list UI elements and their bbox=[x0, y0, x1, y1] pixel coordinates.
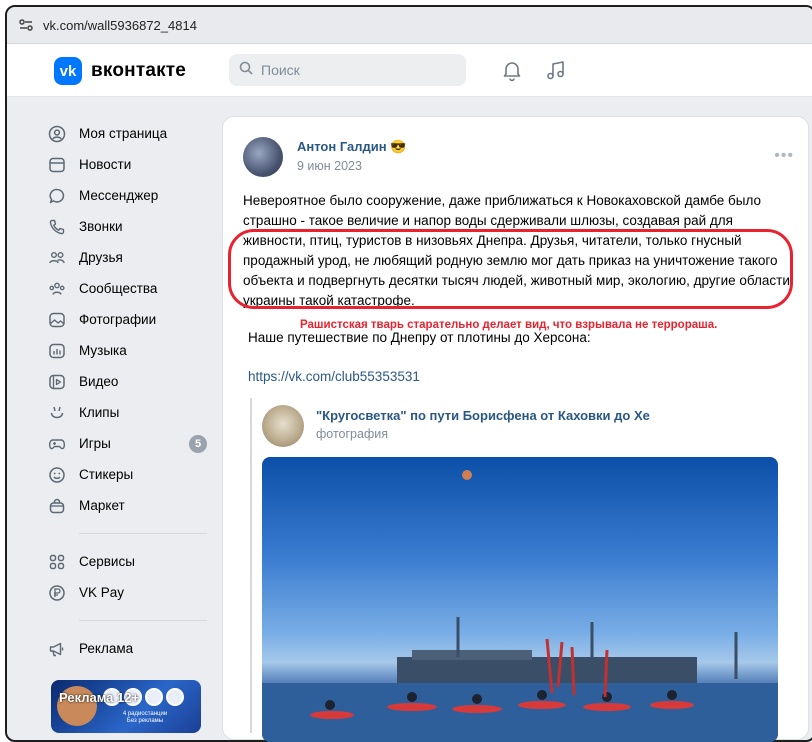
friends-icon bbox=[47, 248, 67, 268]
sidebar-item-vk-pay[interactable]: VK Pay bbox=[47, 577, 217, 608]
sidebar-item-label: Маркет bbox=[79, 498, 125, 513]
sidebar-divider bbox=[79, 533, 207, 534]
sidebar-item-label: Игры bbox=[79, 436, 111, 451]
radio-logo-icon bbox=[145, 688, 163, 706]
repost-divider bbox=[250, 398, 252, 733]
profile-icon bbox=[47, 124, 67, 144]
repost-avatar[interactable] bbox=[262, 405, 304, 447]
more-options-icon[interactable]: ••• bbox=[774, 147, 794, 165]
sidebar-item-games[interactable]: Игры 5 bbox=[47, 428, 217, 459]
sidebar-divider bbox=[79, 620, 207, 621]
sidebar-nav: Моя страница Новости Мессенджер Звонки Д… bbox=[47, 118, 217, 664]
sidebar-item-label: VK Pay bbox=[79, 585, 125, 600]
sidebar-item-label: Фотографии bbox=[79, 312, 157, 327]
sidebar-item-label: Реклама bbox=[79, 641, 134, 656]
phone-icon bbox=[47, 217, 67, 237]
music-icon[interactable] bbox=[544, 58, 568, 82]
market-icon bbox=[47, 496, 67, 516]
sidebar-item-label: Музыка bbox=[79, 343, 127, 358]
games-icon bbox=[47, 434, 67, 454]
messenger-icon bbox=[47, 186, 67, 206]
vk-header: vk вконтакте bbox=[7, 44, 812, 97]
ad-label: Реклама 12+ bbox=[59, 690, 140, 705]
sidebar-item-stickers[interactable]: Стикеры bbox=[47, 459, 217, 490]
sidebar-item-services[interactable]: Сервисы bbox=[47, 546, 217, 577]
sidebar-item-label: Стикеры bbox=[79, 467, 134, 482]
vkpay-icon bbox=[47, 583, 67, 603]
sidebar-item-my-page[interactable]: Моя страница bbox=[47, 118, 217, 149]
sidebar-item-news[interactable]: Новости bbox=[47, 149, 217, 180]
author-avatar[interactable] bbox=[243, 137, 283, 177]
sidebar-item-label: Мессенджер bbox=[79, 188, 159, 203]
photos-icon bbox=[47, 310, 67, 330]
sidebar-item-music[interactable]: Музыка bbox=[47, 335, 217, 366]
stickers-icon bbox=[47, 465, 67, 485]
search-icon bbox=[239, 61, 253, 80]
sidebar-item-calls[interactable]: Звонки bbox=[47, 211, 217, 242]
news-icon bbox=[47, 155, 67, 175]
sidebar-item-communities[interactable]: Сообщества bbox=[47, 273, 217, 304]
post-photo[interactable] bbox=[262, 457, 778, 742]
repost-title[interactable]: "Кругосветка" по пути Борисфена от Кахов… bbox=[316, 408, 650, 423]
address-bar[interactable]: vk.com/wall5936872_4814 bbox=[7, 7, 812, 44]
site-settings-icon[interactable] bbox=[17, 16, 35, 34]
ad-small-text: 4 радиостанции Без рекламы bbox=[122, 711, 168, 724]
communities-icon bbox=[47, 279, 67, 299]
sidebar-item-photos[interactable]: Фотографии bbox=[47, 304, 217, 335]
games-count-badge: 5 bbox=[189, 434, 207, 453]
sidebar-item-video[interactable]: Видео bbox=[47, 366, 217, 397]
search-box[interactable] bbox=[229, 54, 466, 86]
vk-logo-icon: vk bbox=[54, 57, 82, 85]
post-author[interactable]: Антон Галдин 😎 bbox=[297, 139, 406, 155]
ads-icon bbox=[47, 639, 67, 659]
club-link[interactable]: https://vk.com/club55353531 bbox=[248, 369, 420, 384]
sidebar-item-ads[interactable]: Реклама bbox=[47, 633, 217, 664]
sidebar-item-label: Клипы bbox=[79, 405, 120, 420]
red-annotation: Рашистская тварь старательно делает вид,… bbox=[300, 319, 718, 331]
journey-text: Наше путешествие по Днепру от плотины до… bbox=[248, 330, 591, 345]
search-input[interactable] bbox=[259, 61, 453, 79]
sidebar-item-label: Сообщества bbox=[79, 281, 158, 296]
kayak-scene-image bbox=[262, 470, 778, 742]
post-text: Невероятное было сооружение, даже прибли… bbox=[243, 193, 790, 308]
sidebar-item-label: Моя страница bbox=[79, 126, 168, 141]
services-icon bbox=[47, 552, 67, 572]
sidebar-item-label: Звонки bbox=[79, 219, 123, 234]
sidebar-item-friends[interactable]: Друзья bbox=[47, 242, 217, 273]
sidebar-item-label: Сервисы bbox=[79, 554, 135, 569]
music-icon bbox=[47, 341, 67, 361]
sidebar-item-clips[interactable]: Клипы bbox=[47, 397, 217, 428]
radio-logo-icon bbox=[166, 688, 184, 706]
bell-icon[interactable] bbox=[500, 58, 524, 82]
vk-logo[interactable]: vk вконтакте bbox=[54, 57, 186, 85]
sidebar-item-messenger[interactable]: Мессенджер bbox=[47, 180, 217, 211]
sidebar-item-market[interactable]: Маркет bbox=[47, 490, 217, 521]
repost-subtitle: фотография bbox=[316, 427, 388, 441]
sidebar-item-label: Новости bbox=[79, 157, 132, 172]
sidebar-item-label: Друзья bbox=[79, 250, 123, 265]
sidebar-item-label: Видео bbox=[79, 374, 119, 389]
ad-banner[interactable]: Реклама 12+ 4 радиостанции Без рекламы bbox=[51, 680, 201, 733]
vk-logo-text: вконтакте bbox=[91, 60, 187, 81]
video-icon bbox=[47, 372, 67, 392]
address-url[interactable]: vk.com/wall5936872_4814 bbox=[43, 18, 197, 33]
post-date[interactable]: 9 июн 2023 bbox=[297, 159, 362, 173]
clips-icon bbox=[47, 403, 67, 423]
